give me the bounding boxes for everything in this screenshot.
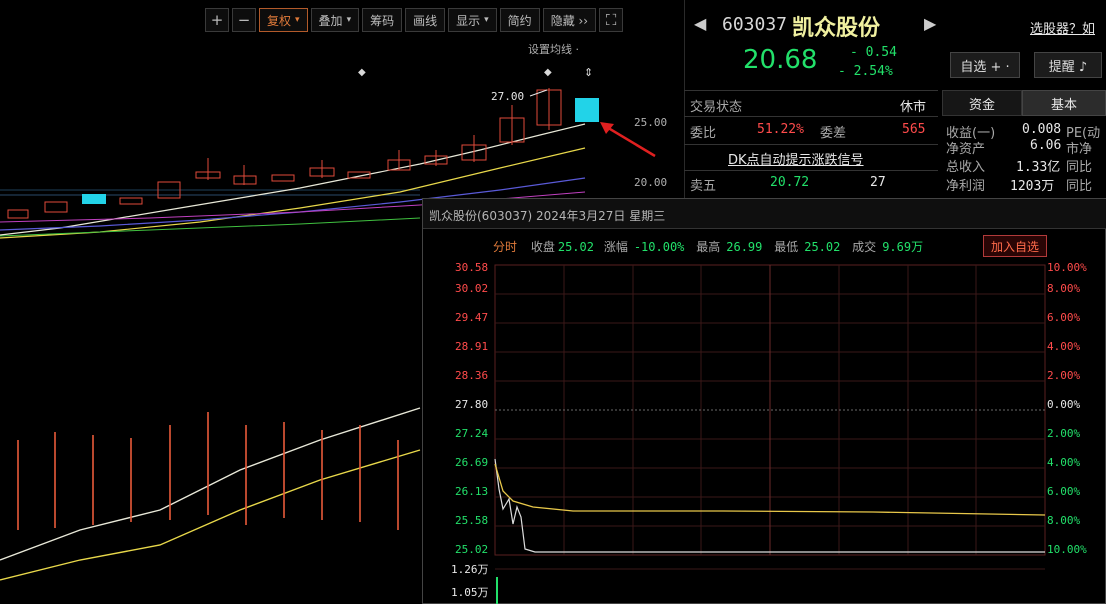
right-axis-label: 2.00% <box>1047 427 1081 440</box>
popup-info-bar: 分时 收盘 25.02 涨幅 -10.00% 最高 26.99 最低 25.02 成交 9… <box>493 238 923 255</box>
basic-extra: 同比 <box>1066 160 1093 175</box>
ask5-price: 20.72 <box>770 175 810 190</box>
webi-value: 51.22% <box>757 122 804 137</box>
left-axis-label: 29.47 <box>455 311 489 324</box>
ask5-label: 卖五 <box>690 179 717 194</box>
divider <box>684 170 938 171</box>
left-axis-label: 26.13 <box>455 485 489 498</box>
price-change-pct: - 2.54% <box>838 64 893 79</box>
close-value: 25.02 <box>557 240 594 254</box>
change-value: -10.00% <box>633 240 685 254</box>
tab-fund[interactable]: 资金 <box>942 90 1022 116</box>
axis-label-25: 25.00 <box>634 116 668 129</box>
low-label: 最低 <box>774 240 799 254</box>
candle <box>271 174 295 182</box>
left-axis-label: 28.36 <box>455 369 489 382</box>
basic-value: 1.33亿 <box>1016 160 1061 175</box>
divider <box>684 144 938 145</box>
indicator-line-2 <box>0 449 421 581</box>
add-to-watchlist-button[interactable]: 加入自选 <box>983 235 1047 257</box>
candle <box>119 197 143 205</box>
left-axis-label: 27.80 <box>455 398 489 411</box>
divider <box>684 116 938 117</box>
high-value: 26.99 <box>726 240 763 254</box>
marker-icon: ⇕ <box>584 66 593 79</box>
volume-label: 成交 <box>852 240 877 254</box>
indicator-bars <box>17 412 399 530</box>
right-axis-label: 10.00% <box>1047 261 1087 274</box>
volume-axis-label: 1.05万 <box>451 586 489 599</box>
annotation-arrow-head <box>600 122 614 134</box>
basic-value: 0.008 <box>1022 122 1062 137</box>
change-label: 涨幅 <box>603 240 628 254</box>
tab-basic[interactable]: 基本 <box>1022 90 1106 116</box>
alert-button[interactable]: 提醒 ♪ <box>1034 52 1102 78</box>
trade-status-value: 休市 <box>900 100 927 115</box>
cyan-candle-latest <box>575 98 599 122</box>
volume-axis-label: 1.26万 <box>451 563 489 576</box>
stock-code: 603037 <box>722 14 788 35</box>
basic-value: 1203万 <box>1010 179 1055 194</box>
right-axis-label: 10.00% <box>1047 543 1087 556</box>
right-axis-label: 0.00% <box>1047 398 1081 411</box>
basic-label: 总收入 <box>946 160 986 175</box>
basic-extra: 同比 <box>1066 179 1093 194</box>
candle <box>233 175 257 185</box>
dk-signal-link[interactable]: DK点自动提示涨跌信号 <box>728 149 864 168</box>
next-stock-icon[interactable]: ▶ <box>924 14 936 33</box>
add-watchlist-button[interactable]: 自选 + · <box>950 52 1020 78</box>
left-axis-label: 27.24 <box>455 427 489 440</box>
price-change: - 0.54 <box>850 45 897 60</box>
intraday-popup: 凯众股份(603037) 2024年3月27日 星期三 分时 收盘 25.02 涨… <box>422 198 1106 604</box>
weicha-label: 委差 <box>820 126 847 141</box>
intraday-chart <box>494 264 1046 604</box>
right-axis-label: 8.00% <box>1047 514 1081 527</box>
right-axis-label: 6.00% <box>1047 485 1081 498</box>
divider <box>684 90 938 91</box>
left-axis-label: 25.58 <box>455 514 489 527</box>
candle <box>7 209 29 219</box>
tab-intraday[interactable]: 分时 <box>493 240 517 254</box>
left-axis-label: 30.02 <box>455 282 489 295</box>
axis-label-20: 20.00 <box>634 176 668 189</box>
candle <box>44 201 68 213</box>
tab-basic-label: 基本 <box>1050 97 1077 113</box>
last-price: 20.68 <box>743 45 818 75</box>
annotation-arrow <box>604 124 656 158</box>
peak-price-label: 27.00 <box>491 90 525 103</box>
left-axis-label: 30.58 <box>455 261 489 274</box>
low-value: 25.02 <box>804 240 841 254</box>
high-label: 最高 <box>696 240 721 254</box>
right-axis-label: 4.00% <box>1047 340 1081 353</box>
basic-label: 净利润 <box>946 179 986 194</box>
left-axis-label: 25.02 <box>455 543 489 556</box>
ask5-volume: 27 <box>870 175 886 190</box>
diamond-icon: ◆ <box>544 67 552 78</box>
left-axis-label: 28.91 <box>455 340 489 353</box>
close-label: 收盘 <box>530 240 555 254</box>
weicha-value: 565 <box>902 122 926 137</box>
diamond-icon: ◆ <box>358 67 366 78</box>
trade-status-label: 交易状态 <box>690 100 743 115</box>
volume-value: 9.69万 <box>882 240 924 254</box>
right-axis-label: 4.00% <box>1047 456 1081 469</box>
basic-value: 6.06 <box>1030 138 1062 153</box>
ma-setting-button[interactable]: 设置均线 · <box>528 41 579 57</box>
cyan-candle <box>82 194 106 204</box>
prev-stock-icon[interactable]: ◀ <box>694 14 706 33</box>
stock-picker-link[interactable]: 选股器？如 <box>1030 18 1095 37</box>
indicator-line-1 <box>0 407 421 561</box>
left-axis-label: 26.69 <box>455 456 489 469</box>
peak-pointer <box>529 89 548 97</box>
stock-name: 凯众股份 <box>792 16 881 41</box>
popup-title: 凯众股份(603037) 2024年3月27日 星期三 <box>423 199 1106 229</box>
webi-label: 委比 <box>690 126 717 141</box>
basic-label: 净资产 <box>946 142 986 157</box>
right-axis-label: 8.00% <box>1047 282 1081 295</box>
basic-extra: 市净 <box>1066 142 1093 157</box>
tab-fund-label: 资金 <box>968 97 995 113</box>
right-axis-label: 2.00% <box>1047 369 1081 382</box>
right-axis-label: 6.00% <box>1047 311 1081 324</box>
